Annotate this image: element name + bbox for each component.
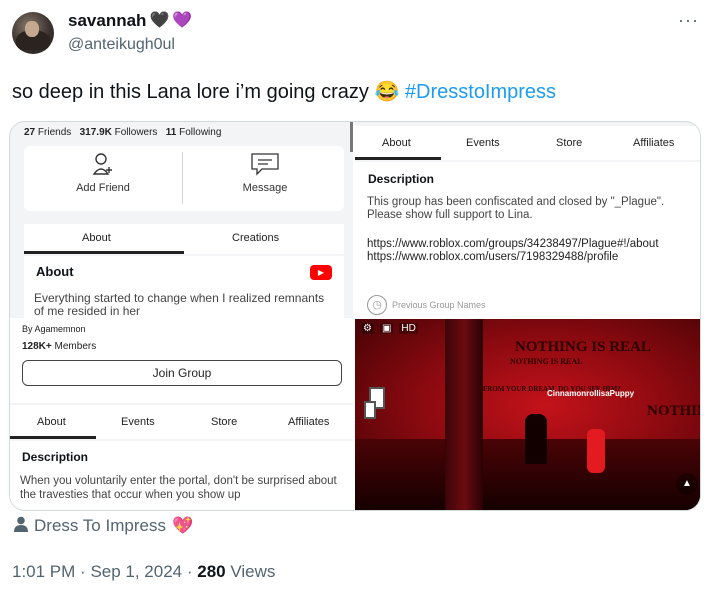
friends-count: 27 (24, 127, 36, 138)
hd-badge: HD (399, 323, 418, 334)
group-description-card: Description When you voluntarily enter t… (10, 441, 353, 510)
tab-about: About (37, 416, 66, 428)
profile-tabs: About Creations (24, 224, 344, 254)
description-links: https://www.roblox.com/groups/34238497/P… (367, 238, 692, 264)
description-heading: Description (368, 172, 435, 186)
more-options-icon[interactable]: ··· (678, 10, 699, 31)
author-name[interactable]: savannah 🖤 💜 (68, 11, 192, 31)
laughing-emoji-icon: 😂 (374, 81, 400, 103)
purple-heart-icon: 💜 (172, 12, 193, 29)
tab-store: Store (211, 416, 238, 428)
join-group-button: Join Group (22, 360, 342, 386)
media-image-profile[interactable]: 27 Friends 317.9K Followers 11 Following… (10, 122, 353, 318)
group-link: https://www.roblox.com/groups/34238497/P… (367, 238, 659, 250)
wall-text: NOTHING IS REAL (515, 339, 651, 355)
description-text: This group has been confiscated and clos… (367, 196, 665, 221)
tab-events: Events (466, 137, 500, 149)
media-image-group[interactable]: By Agamemnon 128K+ Members Join Group Ab… (10, 319, 353, 510)
tweet-time[interactable]: 1:01 PM (12, 562, 75, 581)
tab-affiliates: Affiliates (288, 416, 330, 428)
tab-events: Events (121, 416, 155, 428)
tweet-body: so deep in this Lana lore i’m going craz… (12, 81, 369, 103)
views-label: Views (230, 562, 276, 581)
tweet-meta: 1:01 PM · Sep 1, 2024 · 280 Views (12, 562, 275, 582)
profile-stats: 27 Friends 317.9K Followers 11 Following (24, 127, 221, 138)
separator: · (80, 562, 91, 581)
followers-label: Followers (114, 127, 158, 138)
scrollbar (350, 122, 353, 152)
sparkling-heart-icon: 💖 (171, 516, 194, 535)
tab-creations: Creations (232, 232, 280, 244)
active-tab-indicator (355, 157, 441, 160)
player-avatar-red (587, 429, 605, 473)
following-label: Following (179, 127, 222, 138)
game-pillar (445, 319, 483, 510)
members-label: Members (54, 341, 97, 352)
game-scene: NOTHING IS REAL NOTHING IS REAL FROM YOU… (355, 319, 700, 510)
person-icon (14, 516, 28, 536)
group-tabs: About Events Store Affiliates (10, 405, 353, 439)
screenshot-icon: ▣ (379, 323, 394, 334)
avatar-face (25, 21, 39, 37)
active-tab-indicator (24, 251, 184, 254)
views-count: 280 (197, 562, 226, 581)
divider (182, 152, 183, 204)
wall-text: NOTHING IS REAL (510, 357, 583, 366)
group-description-card: Description This group has been confisca… (355, 162, 700, 318)
description-text: When you voluntarily enter the portal, d… (20, 475, 337, 501)
about-heading: About (36, 264, 74, 279)
hashtag-link[interactable]: #DresstoImpress (405, 81, 556, 103)
tab-store: Store (556, 137, 583, 149)
media-image-game[interactable]: NOTHING IS REAL NOTHING IS REAL FROM YOU… (355, 319, 700, 510)
profile-link: https://www.roblox.com/users/7198329488/… (367, 251, 619, 263)
tweet-text: so deep in this Lana lore i’m going craz… (12, 79, 556, 105)
group-owner: By Agamemnon (22, 324, 86, 334)
profile-about-card: About ▶ Everything started to change whe… (24, 256, 344, 318)
message-icon (186, 152, 344, 182)
friends-label: Friends (37, 127, 72, 138)
player-nametag: CinnamonrollisaPuppy (547, 389, 635, 398)
black-heart-icon: 🖤 (149, 12, 170, 29)
add-friend-label: Add Friend (76, 182, 130, 194)
tweet-date[interactable]: Sep 1, 2024 (90, 562, 182, 581)
group-members: 128K+ Members (22, 341, 96, 352)
members-count: 128K+ (22, 341, 52, 352)
tagged-user[interactable]: Dress To Impress 💖 (14, 516, 193, 536)
tab-about: About (82, 232, 111, 244)
about-text: Everything started to change when I real… (34, 291, 325, 318)
following-count: 11 (165, 127, 177, 138)
display-name[interactable]: savannah (68, 11, 146, 31)
avatar[interactable] (12, 12, 54, 54)
profile-actions: Add Friend Message (24, 146, 344, 211)
followers-count: 317.9K (79, 127, 112, 138)
media-grid: 27 Friends 317.9K Followers 11 Following… (9, 121, 701, 511)
separator: · (186, 562, 198, 581)
tab-about: About (382, 137, 411, 149)
media-image-group-description[interactable]: About Events Store Affiliates Descriptio… (355, 122, 700, 318)
settings-icon: ⚙ (361, 323, 374, 334)
add-friend-icon (24, 152, 182, 182)
player-avatar-dark (525, 414, 547, 464)
active-tab-indicator (10, 436, 96, 439)
group-tabs-top: About Events Store Affiliates (355, 126, 700, 160)
wall-text: NOTHING (647, 403, 700, 419)
wall-frame-2 (364, 401, 376, 419)
tab-affiliates: Affiliates (633, 137, 675, 149)
game-hud: ⚙ ▣ HD (361, 323, 418, 334)
message-label: Message (242, 182, 288, 194)
tagged-user-name[interactable]: Dress To Impress (34, 516, 166, 536)
description-heading: Description (22, 450, 89, 464)
add-friend-action: Add Friend (24, 146, 182, 211)
jump-button-icon: ▲ (676, 473, 698, 495)
youtube-icon: ▶ (310, 265, 332, 280)
message-action: Message (186, 146, 344, 211)
history-icon: ◷ (367, 295, 387, 315)
previous-group-names: ◷ Previous Group Names (367, 295, 486, 315)
author-handle[interactable]: @anteikugh0ul (68, 36, 175, 54)
previous-names-label: Previous Group Names (392, 300, 486, 310)
